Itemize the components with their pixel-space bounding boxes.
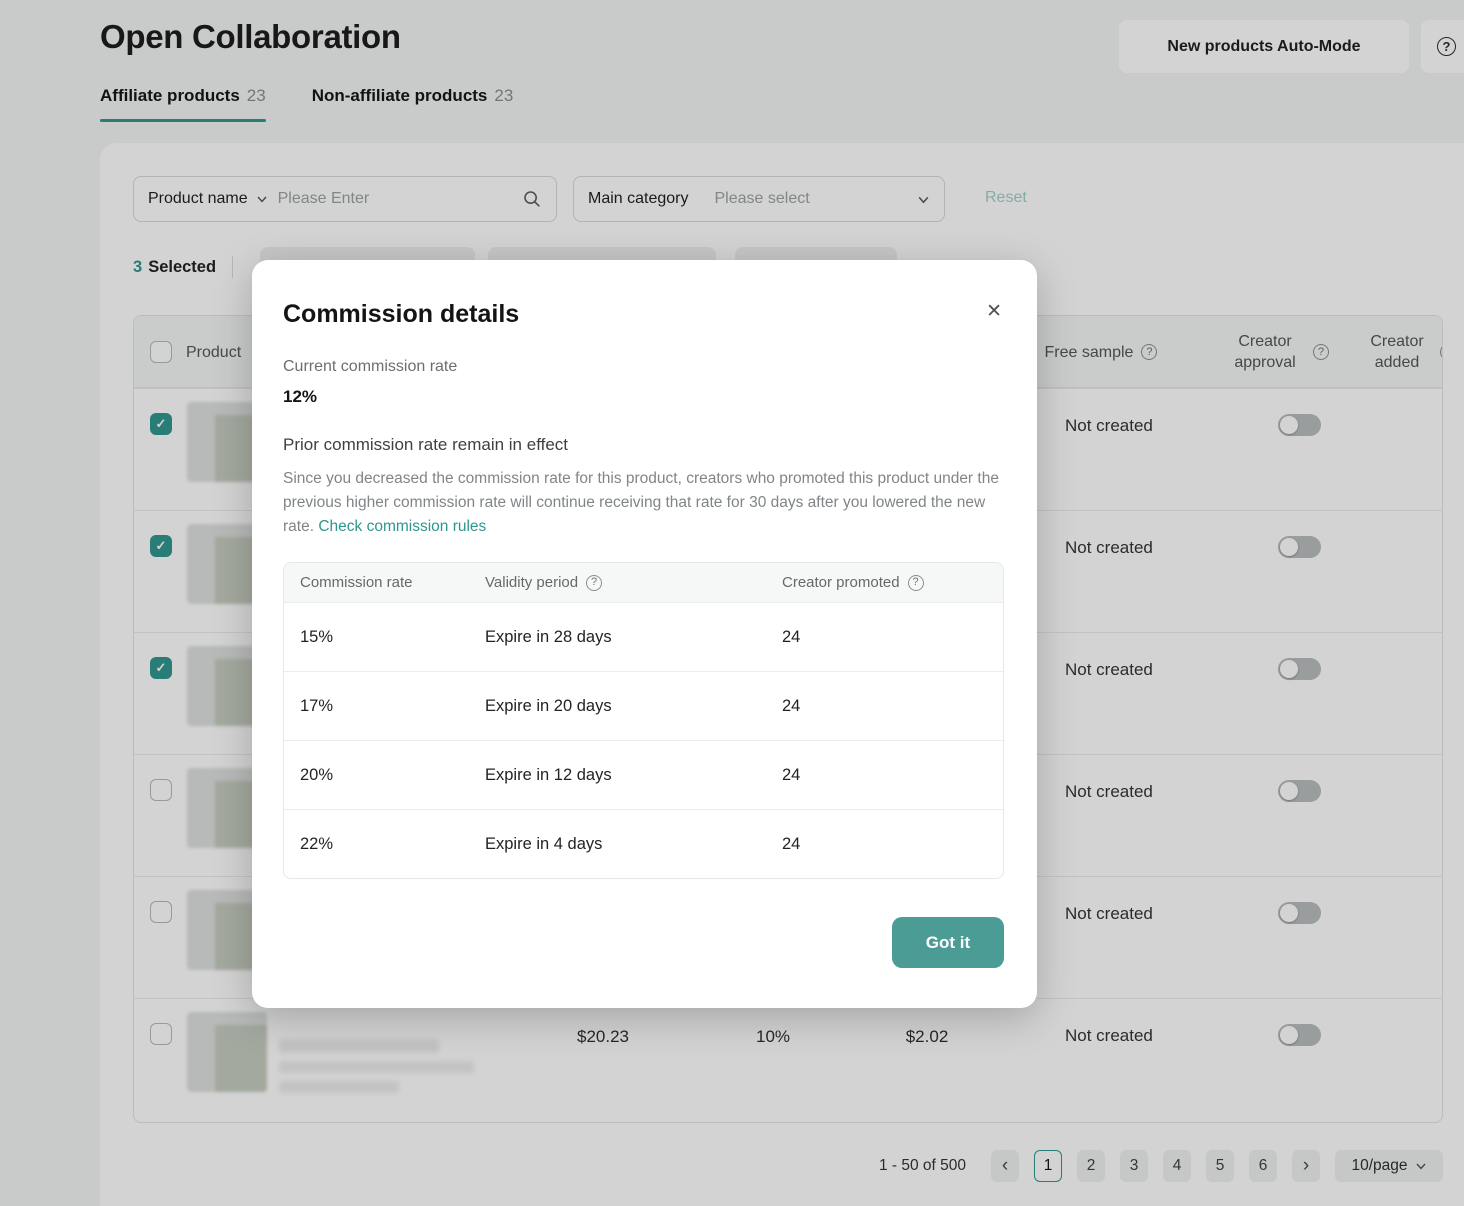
close-icon[interactable]: ✕ <box>984 300 1004 324</box>
help-icon[interactable]: ? <box>908 575 924 591</box>
commission-table-row: 20% Expire in 12 days 24 <box>284 740 1003 809</box>
check-commission-rules-link[interactable]: Check commission rules <box>318 518 486 535</box>
page: Open Collaboration New products Auto-Mod… <box>0 0 1464 1206</box>
current-rate-value: 12% <box>283 387 1004 407</box>
commission-table-row: 22% Expire in 4 days 24 <box>284 809 1003 878</box>
commission-table-row: 15% Expire in 28 days 24 <box>284 602 1003 671</box>
current-rate-label: Current commission rate <box>283 358 1004 376</box>
prior-rate-heading: Prior commission rate remain in effect <box>283 435 1004 455</box>
commission-rates-table: Commission rate Validity period? Creator… <box>283 562 1004 879</box>
commission-table-header: Commission rate Validity period? Creator… <box>284 563 1003 602</box>
help-icon[interactable]: ? <box>586 575 602 591</box>
got-it-button[interactable]: Got it <box>892 917 1004 968</box>
modal-title: Commission details <box>283 300 519 328</box>
prior-rate-description: Since you decreased the commission rate … <box>283 467 1004 539</box>
commission-table-row: 17% Expire in 20 days 24 <box>284 671 1003 740</box>
commission-details-modal: Commission details ✕ Current commission … <box>252 260 1037 1008</box>
